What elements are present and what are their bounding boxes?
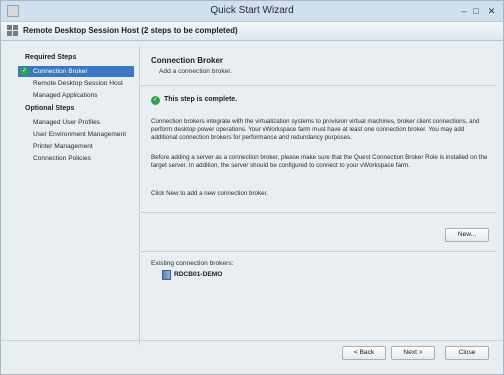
success-icon: ✓ — [151, 96, 160, 105]
content-divider-bottom — [141, 251, 496, 252]
sidebar-divider — [139, 45, 140, 345]
back-button[interactable]: < Back — [342, 346, 386, 360]
step-remote-desktop-session-host[interactable]: Remote Desktop Session Host — [18, 78, 134, 89]
description-paragraph-3: Click New to add a new connection broker… — [151, 190, 268, 197]
step-label: Printer Management — [33, 143, 93, 150]
step-label: Remote Desktop Session Host — [33, 80, 123, 87]
step-connection-broker[interactable]: ✓ Connection Broker — [18, 66, 134, 77]
steps-sidebar: Required Steps ✓ Connection Broker Remot… — [10, 51, 134, 341]
required-steps-heading: Required Steps — [25, 54, 77, 61]
content-divider-top — [141, 85, 496, 86]
step-label: Connection Broker — [33, 68, 88, 75]
wizard-window: Quick Start Wizard – □ ✕ Remote Desktop … — [0, 0, 504, 375]
title-bar: Quick Start Wizard – □ ✕ — [1, 1, 503, 22]
description-paragraph-2: Before adding a server as a connection b… — [151, 154, 488, 169]
step-label: Managed Applications — [33, 92, 98, 99]
step-managed-user-profiles[interactable]: Managed User Profiles — [18, 117, 134, 128]
server-icon — [162, 270, 171, 280]
minimize-icon[interactable]: – — [459, 6, 469, 16]
close-icon[interactable]: ✕ — [486, 6, 497, 16]
close-button[interactable]: Close — [445, 346, 489, 360]
existing-brokers-label: Existing connection brokers: — [151, 260, 234, 267]
optional-steps-heading: Optional Steps — [25, 105, 75, 112]
content-divider-mid — [141, 212, 496, 213]
step-label: User Environment Management — [33, 131, 127, 138]
footer-divider — [1, 340, 503, 341]
step-label: Connection Policies — [33, 155, 91, 162]
wizard-header: Remote Desktop Session Host (2 steps to … — [1, 22, 503, 41]
window-title: Quick Start Wizard — [210, 5, 294, 16]
step-connection-policies[interactable]: Connection Policies — [18, 153, 134, 164]
page-subtitle: Add a connection broker. — [159, 68, 232, 75]
server-grid-icon — [7, 25, 19, 37]
new-button[interactable]: New... — [445, 228, 489, 242]
status-text: This step is complete. — [164, 96, 238, 103]
step-label: Managed User Profiles — [33, 119, 101, 126]
maximize-icon[interactable]: □ — [471, 6, 481, 16]
check-icon: ✓ — [20, 67, 29, 76]
next-button[interactable]: Next > — [391, 346, 435, 360]
broker-name: RDCB01-DEMO — [174, 271, 223, 278]
page-title: Connection Broker — [151, 56, 224, 65]
step-printer-management[interactable]: Printer Management — [18, 141, 134, 152]
header-title: Remote Desktop Session Host (2 steps to … — [23, 26, 238, 35]
step-managed-applications[interactable]: Managed Applications — [18, 90, 134, 101]
description-paragraph-1: Connection brokers integrate with the vi… — [151, 118, 480, 141]
step-user-environment-management[interactable]: User Environment Management — [18, 129, 134, 140]
